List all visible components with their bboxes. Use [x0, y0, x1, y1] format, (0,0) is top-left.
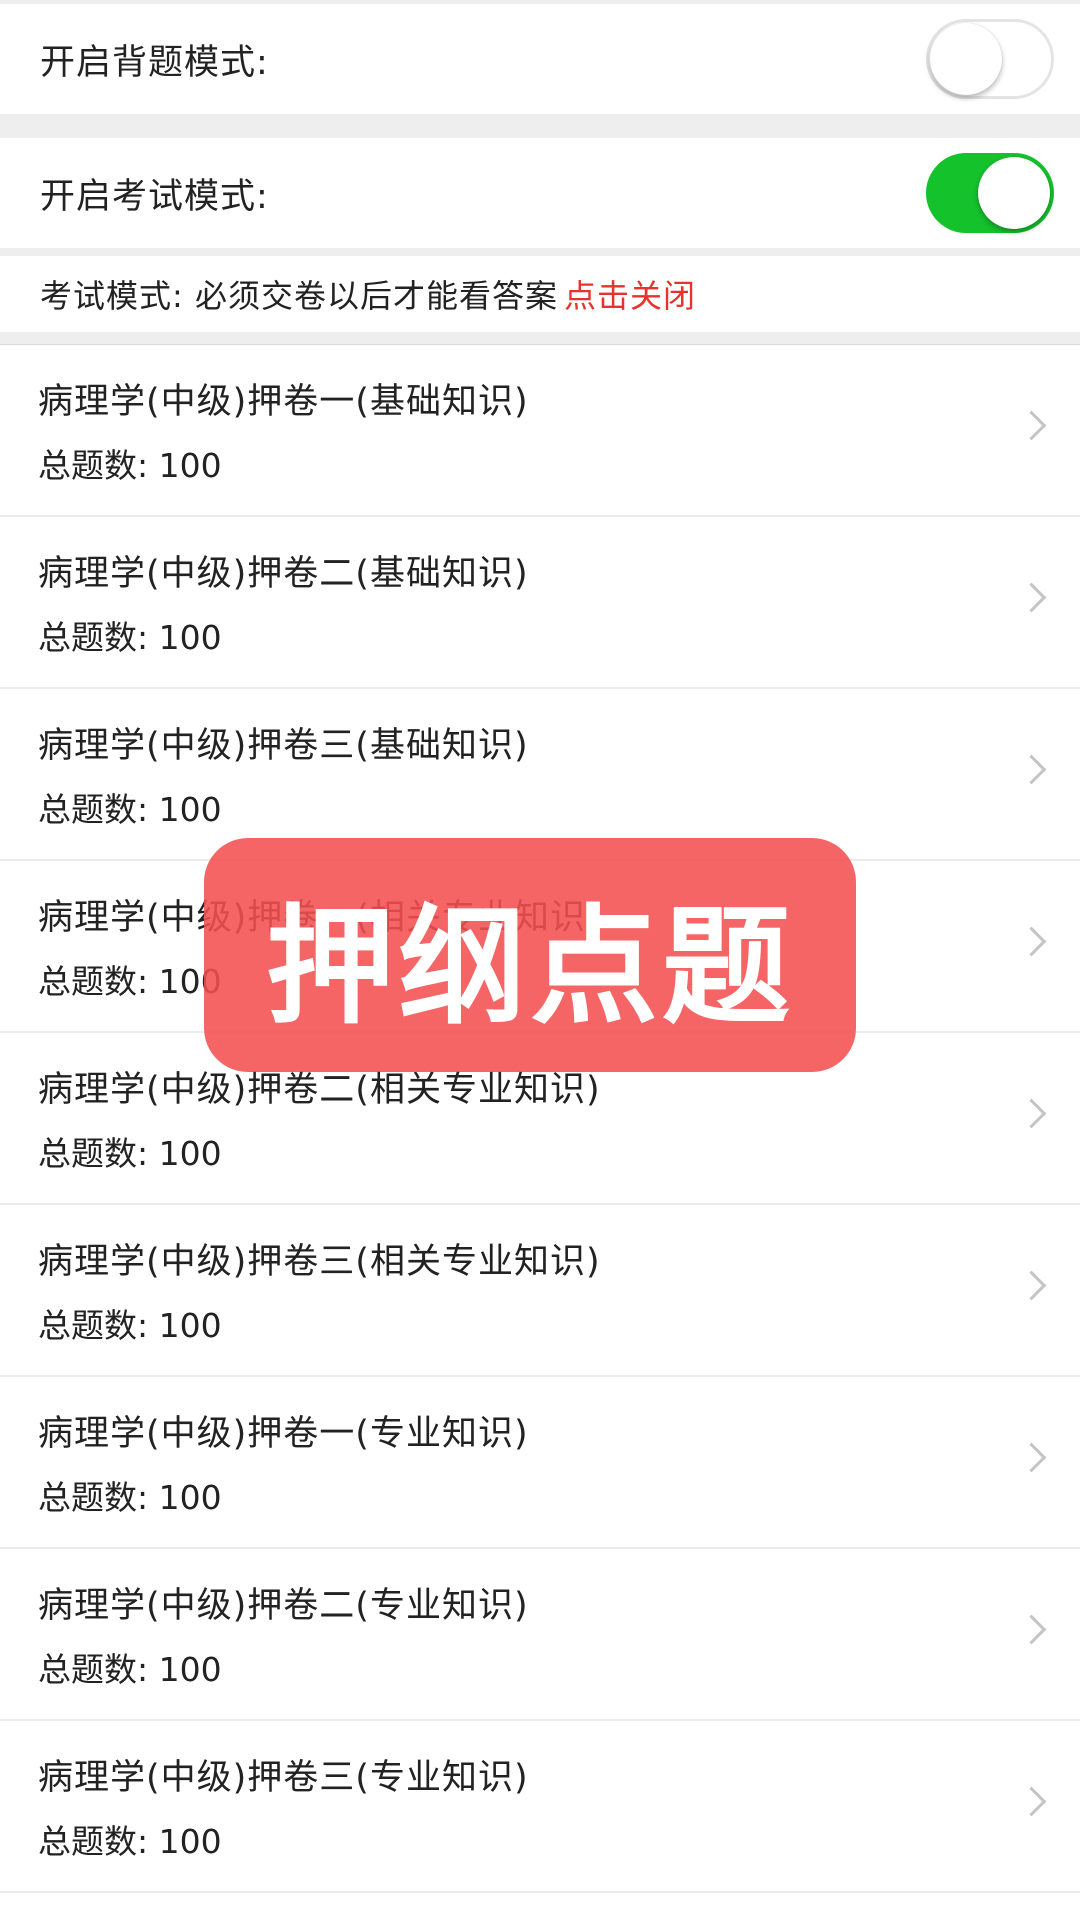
question-count: 总题数: 100: [38, 1306, 222, 1345]
question-count: 总题数: 100: [38, 1478, 222, 1517]
chevron-right-icon: [1016, 1098, 1047, 1129]
chevron-right-icon: [1016, 410, 1047, 441]
list-item[interactable]: 病理学(中级)押卷二(专业知识) 总题数: 100: [0, 1549, 1080, 1721]
toggle-knob: [930, 23, 1002, 95]
chevron-right-icon: [1016, 926, 1047, 957]
recite-mode-toggle[interactable]: [926, 19, 1054, 99]
question-count: 总题数: 100: [38, 962, 222, 1001]
chevron-right-icon: [1016, 754, 1047, 785]
list-item[interactable]: 病理学(中级)押卷一(专业知识) 总题数: 100: [0, 1377, 1080, 1549]
paper-list: 病理学(中级)押卷一(基础知识) 总题数: 100 病理学(中级)押卷二(基础知识)…: [0, 345, 1080, 1893]
chevron-right-icon: [1016, 582, 1047, 613]
list-item[interactable]: 病理学(中级)押卷三(专业知识) 总题数: 100: [0, 1721, 1080, 1893]
close-exam-mode-link[interactable]: 点击关闭: [564, 271, 696, 317]
watermark-text: 押纲点题: [265, 892, 794, 1042]
watermark-stamp: 押纲点题: [204, 838, 856, 1072]
list-item[interactable]: 病理学(中级)押卷一(基础知识) 总题数: 100: [0, 345, 1080, 517]
paper-title: 病理学(中级)押卷一(基础知识): [38, 382, 529, 422]
chevron-right-icon: [1016, 1786, 1047, 1817]
toggle-knob: [978, 157, 1050, 229]
list-item[interactable]: 病理学(中级)押卷三(基础知识) 总题数: 100: [0, 689, 1080, 861]
paper-title: 病理学(中级)押卷三(专业知识): [38, 1758, 529, 1798]
question-count: 总题数: 100: [38, 1650, 222, 1689]
section-divider: [0, 248, 1080, 256]
question-count: 总题数: 100: [38, 1822, 222, 1861]
question-count: 总题数: 100: [38, 790, 222, 829]
exam-mode-notice: 考试模式: 必须交卷以后才能看答案 点击关闭: [0, 256, 1080, 332]
paper-title: 病理学(中级)押卷三(基础知识): [38, 726, 529, 766]
section-divider: [0, 114, 1080, 138]
exam-mode-row: 开启考试模式:: [0, 138, 1080, 248]
question-count: 总题数: 100: [38, 446, 222, 485]
exam-mode-label: 开启考试模式:: [40, 176, 269, 217]
list-item[interactable]: 病理学(中级)押卷二(基础知识) 总题数: 100: [0, 517, 1080, 689]
section-divider: [0, 332, 1080, 345]
notice-text: 考试模式: 必须交卷以后才能看答案: [40, 277, 558, 315]
chevron-right-icon: [1016, 1270, 1047, 1301]
question-count: 总题数: 100: [38, 1134, 222, 1173]
question-count: 总题数: 100: [38, 618, 222, 657]
paper-title: 病理学(中级)押卷三(相关专业知识): [38, 1242, 601, 1282]
paper-title: 病理学(中级)押卷二(专业知识): [38, 1586, 529, 1626]
paper-title: 病理学(中级)押卷一(专业知识): [38, 1414, 529, 1454]
list-item[interactable]: 病理学(中级)押卷三(相关专业知识) 总题数: 100: [0, 1205, 1080, 1377]
recite-mode-row: 开启背题模式:: [0, 4, 1080, 114]
chevron-right-icon: [1016, 1614, 1047, 1645]
chevron-right-icon: [1016, 1442, 1047, 1473]
recite-mode-label: 开启背题模式:: [40, 42, 269, 83]
paper-title: 病理学(中级)押卷二(基础知识): [38, 554, 529, 594]
exam-mode-toggle[interactable]: [926, 153, 1054, 233]
